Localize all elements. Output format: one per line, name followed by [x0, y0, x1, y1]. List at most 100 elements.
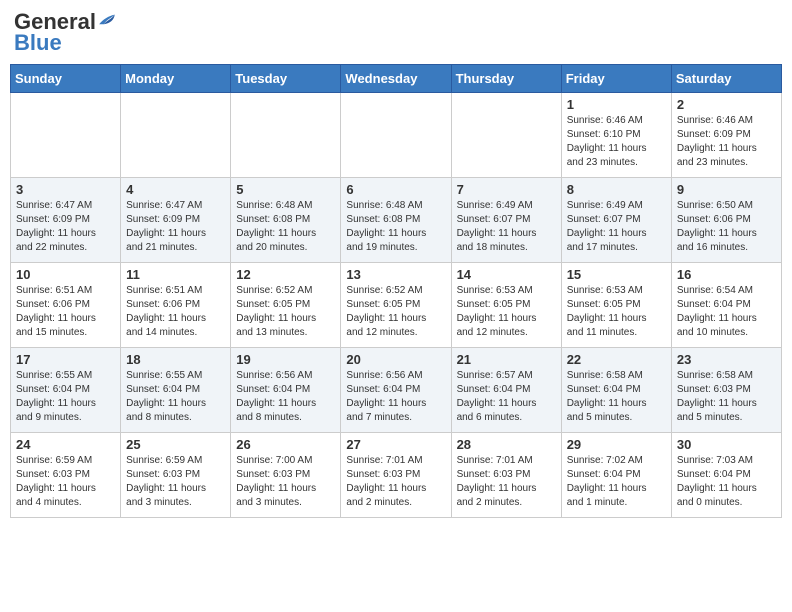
weekday-header-sunday: Sunday — [11, 65, 121, 93]
weekday-header-saturday: Saturday — [671, 65, 781, 93]
day-info: Sunrise: 6:59 AM Sunset: 6:03 PM Dayligh… — [126, 454, 225, 510]
calendar-cell-0-0 — [11, 93, 121, 178]
calendar-cell-0-3 — [341, 93, 451, 178]
calendar-cell-4-6: 30 Sunrise: 7:03 AM Sunset: 6:04 PM Dayli… — [671, 433, 781, 518]
calendar-cell-4-5: 29Sunrise: 7:02 AM Sunset: 6:04 PM Dayli… — [561, 433, 671, 518]
week-row-1: 3 Sunrise: 6:47 AM Sunset: 6:09 PM Daylig… — [11, 178, 782, 263]
day-info: Sunrise: 6:48 AM Sunset: 6:08 PM Dayligh… — [236, 199, 335, 255]
day-info: Sunrise: 6:58 AM Sunset: 6:04 PM Dayligh… — [567, 369, 666, 425]
day-info: Sunrise: 6:56 AM Sunset: 6:04 PM Dayligh… — [236, 369, 335, 425]
day-number: 4 — [126, 182, 225, 197]
weekday-header-tuesday: Tuesday — [231, 65, 341, 93]
week-row-3: 17 Sunrise: 6:55 AM Sunset: 6:04 PM Dayli… — [11, 348, 782, 433]
day-number: 22 — [567, 352, 666, 367]
weekday-header-row: SundayMondayTuesdayWednesdayThursdayFrid… — [11, 65, 782, 93]
day-number: 14 — [457, 267, 556, 282]
day-number: 17 — [16, 352, 115, 367]
weekday-header-monday: Monday — [121, 65, 231, 93]
day-number: 10 — [16, 267, 115, 282]
page-header: General Blue — [10, 10, 782, 56]
day-info: Sunrise: 7:02 AM Sunset: 6:04 PM Dayligh… — [567, 454, 666, 510]
day-info: Sunrise: 6:55 AM Sunset: 6:04 PM Dayligh… — [16, 369, 115, 425]
calendar-cell-0-4 — [451, 93, 561, 178]
day-number: 20 — [346, 352, 445, 367]
logo-bird-icon — [98, 11, 116, 29]
day-info: Sunrise: 6:49 AM Sunset: 6:07 PM Dayligh… — [567, 199, 666, 255]
calendar-cell-0-5: 1 Sunrise: 6:46 AM Sunset: 6:10 PM Daylig… — [561, 93, 671, 178]
day-number: 6 — [346, 182, 445, 197]
calendar-cell-1-3: 6 Sunrise: 6:48 AM Sunset: 6:08 PM Daylig… — [341, 178, 451, 263]
day-info: Sunrise: 6:53 AM Sunset: 6:05 PM Dayligh… — [567, 284, 666, 340]
calendar-cell-1-1: 4Sunrise: 6:47 AM Sunset: 6:09 PM Daylig… — [121, 178, 231, 263]
calendar-cell-1-5: 8 Sunrise: 6:49 AM Sunset: 6:07 PM Daylig… — [561, 178, 671, 263]
day-info: Sunrise: 6:57 AM Sunset: 6:04 PM Dayligh… — [457, 369, 556, 425]
weekday-header-thursday: Thursday — [451, 65, 561, 93]
calendar-cell-1-0: 3 Sunrise: 6:47 AM Sunset: 6:09 PM Daylig… — [11, 178, 121, 263]
day-info: Sunrise: 6:59 AM Sunset: 6:03 PM Dayligh… — [16, 454, 115, 510]
calendar-cell-2-4: 14 Sunrise: 6:53 AM Sunset: 6:05 PM Dayli… — [451, 263, 561, 348]
day-number: 27 — [346, 437, 445, 452]
day-info: Sunrise: 6:58 AM Sunset: 6:03 PM Dayligh… — [677, 369, 776, 425]
day-info: Sunrise: 6:54 AM Sunset: 6:04 PM Dayligh… — [677, 284, 776, 340]
calendar-cell-1-2: 5 Sunrise: 6:48 AM Sunset: 6:08 PM Daylig… — [231, 178, 341, 263]
day-number: 2 — [677, 97, 776, 112]
day-number: 26 — [236, 437, 335, 452]
day-number: 21 — [457, 352, 556, 367]
day-number: 5 — [236, 182, 335, 197]
calendar-cell-4-2: 26 Sunrise: 7:00 AM Sunset: 6:03 PM Dayli… — [231, 433, 341, 518]
day-number: 15 — [567, 267, 666, 282]
calendar-cell-3-3: 20 Sunrise: 6:56 AM Sunset: 6:04 PM Dayli… — [341, 348, 451, 433]
day-info: Sunrise: 6:51 AM Sunset: 6:06 PM Dayligh… — [126, 284, 225, 340]
calendar-cell-3-6: 23 Sunrise: 6:58 AM Sunset: 6:03 PM Dayli… — [671, 348, 781, 433]
calendar-cell-2-2: 12 Sunrise: 6:52 AM Sunset: 6:05 PM Dayli… — [231, 263, 341, 348]
calendar-cell-0-2 — [231, 93, 341, 178]
day-number: 8 — [567, 182, 666, 197]
day-number: 3 — [16, 182, 115, 197]
logo: General Blue — [14, 10, 116, 56]
day-info: Sunrise: 6:47 AM Sunset: 6:09 PM Dayligh… — [16, 199, 115, 255]
calendar-cell-0-1 — [121, 93, 231, 178]
calendar-cell-4-0: 24 Sunrise: 6:59 AM Sunset: 6:03 PM Dayli… — [11, 433, 121, 518]
day-info: Sunrise: 6:56 AM Sunset: 6:04 PM Dayligh… — [346, 369, 445, 425]
weekday-header-friday: Friday — [561, 65, 671, 93]
day-info: Sunrise: 6:46 AM Sunset: 6:10 PM Dayligh… — [567, 114, 666, 170]
day-number: 23 — [677, 352, 776, 367]
day-info: Sunrise: 6:55 AM Sunset: 6:04 PM Dayligh… — [126, 369, 225, 425]
day-number: 12 — [236, 267, 335, 282]
calendar-cell-4-4: 28 Sunrise: 7:01 AM Sunset: 6:03 PM Dayli… — [451, 433, 561, 518]
day-number: 16 — [677, 267, 776, 282]
day-info: Sunrise: 6:53 AM Sunset: 6:05 PM Dayligh… — [457, 284, 556, 340]
day-number: 7 — [457, 182, 556, 197]
day-number: 11 — [126, 267, 225, 282]
day-number: 19 — [236, 352, 335, 367]
day-number: 18 — [126, 352, 225, 367]
calendar-cell-2-1: 11 Sunrise: 6:51 AM Sunset: 6:06 PM Dayli… — [121, 263, 231, 348]
day-number: 1 — [567, 97, 666, 112]
day-number: 24 — [16, 437, 115, 452]
day-number: 25 — [126, 437, 225, 452]
week-row-4: 24 Sunrise: 6:59 AM Sunset: 6:03 PM Dayli… — [11, 433, 782, 518]
calendar-cell-3-0: 17 Sunrise: 6:55 AM Sunset: 6:04 PM Dayli… — [11, 348, 121, 433]
day-info: Sunrise: 7:00 AM Sunset: 6:03 PM Dayligh… — [236, 454, 335, 510]
calendar-cell-2-0: 10 Sunrise: 6:51 AM Sunset: 6:06 PM Dayli… — [11, 263, 121, 348]
day-info: Sunrise: 7:01 AM Sunset: 6:03 PM Dayligh… — [346, 454, 445, 510]
day-info: Sunrise: 6:49 AM Sunset: 6:07 PM Dayligh… — [457, 199, 556, 255]
calendar-cell-2-5: 15 Sunrise: 6:53 AM Sunset: 6:05 PM Dayli… — [561, 263, 671, 348]
day-info: Sunrise: 6:46 AM Sunset: 6:09 PM Dayligh… — [677, 114, 776, 170]
day-info: Sunrise: 7:03 AM Sunset: 6:04 PM Dayligh… — [677, 454, 776, 510]
day-info: Sunrise: 7:01 AM Sunset: 6:03 PM Dayligh… — [457, 454, 556, 510]
calendar-table: SundayMondayTuesdayWednesdayThursdayFrid… — [10, 64, 782, 518]
day-info: Sunrise: 6:50 AM Sunset: 6:06 PM Dayligh… — [677, 199, 776, 255]
day-info: Sunrise: 6:48 AM Sunset: 6:08 PM Dayligh… — [346, 199, 445, 255]
calendar-cell-3-1: 18 Sunrise: 6:55 AM Sunset: 6:04 PM Dayli… — [121, 348, 231, 433]
calendar-cell-2-3: 13Sunrise: 6:52 AM Sunset: 6:05 PM Dayli… — [341, 263, 451, 348]
day-number: 30 — [677, 437, 776, 452]
day-info: Sunrise: 6:52 AM Sunset: 6:05 PM Dayligh… — [236, 284, 335, 340]
calendar-cell-4-3: 27 Sunrise: 7:01 AM Sunset: 6:03 PM Dayli… — [341, 433, 451, 518]
day-info: Sunrise: 6:51 AM Sunset: 6:06 PM Dayligh… — [16, 284, 115, 340]
calendar-cell-3-4: 21 Sunrise: 6:57 AM Sunset: 6:04 PM Dayli… — [451, 348, 561, 433]
day-number: 28 — [457, 437, 556, 452]
weekday-header-wednesday: Wednesday — [341, 65, 451, 93]
calendar-cell-1-4: 7 Sunrise: 6:49 AM Sunset: 6:07 PM Daylig… — [451, 178, 561, 263]
calendar-cell-1-6: 9Sunrise: 6:50 AM Sunset: 6:06 PM Daylig… — [671, 178, 781, 263]
